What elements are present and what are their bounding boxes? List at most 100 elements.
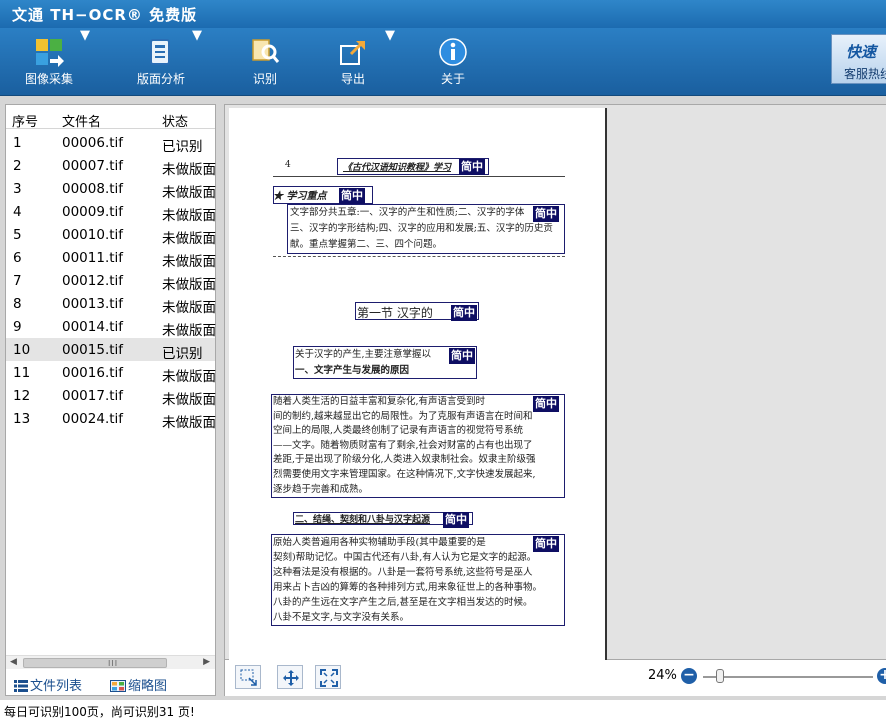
column-header-status[interactable]: 状态 (162, 111, 188, 130)
column-header-filename[interactable]: 文件名 (62, 111, 101, 130)
about-button[interactable]: 关于 (430, 28, 476, 96)
header-rule (273, 176, 565, 177)
export-dropdown-icon[interactable]: ▼ (385, 28, 395, 96)
app-title: 文通 TH−OCR® 免费版 (12, 6, 198, 24)
row-number: 1 (13, 135, 22, 151)
row-status: 未做版面 (162, 231, 216, 247)
layout-analysis-label: 版面分析 (136, 72, 185, 86)
select-region-icon (240, 669, 257, 686)
zone-tag-4: 简中 (451, 305, 477, 321)
text-line: 用来占卜吉凶的算筹的各种排列方式,用来象征世上的各种事物。 (273, 582, 543, 593)
file-row[interactable]: 13 00024.tif 未做版面 (6, 407, 216, 431)
zone-tag-8: 简中 (533, 536, 559, 552)
scrollbar-thumb[interactable]: III (23, 658, 167, 668)
list-icon (14, 680, 28, 692)
text-line: 逐步趋于完善和成熟。 (273, 483, 369, 495)
export-button[interactable]: 导出 (330, 28, 376, 96)
image-capture-dropdown-icon[interactable]: ▼ (80, 28, 90, 96)
row-number: 12 (13, 388, 31, 404)
row-status: 已识别 (162, 139, 203, 155)
file-row[interactable]: 3 00008.tif 未做版面 (6, 177, 216, 201)
text-line: 烈需要使用文字来管理国家。在这种情况下,文字快速发展起来, (273, 468, 536, 480)
file-row[interactable]: 12 00017.tif 未做版面 (6, 384, 216, 408)
zoom-slider-thumb[interactable] (716, 669, 724, 683)
tab-file-list[interactable]: 文件列表 (14, 675, 82, 694)
file-row[interactable]: 2 00007.tif 未做版面 (6, 154, 216, 178)
row-status: 未做版面 (162, 277, 216, 293)
file-row[interactable]: 10 00015.tif 已识别 (6, 338, 215, 362)
zoom-slider-track[interactable] (703, 676, 873, 678)
zone-tag-7: 简中 (443, 512, 469, 528)
study-text: 文字部分共五章:一、汉字的产生和性质;二、汉字的字体 三、汉字的字形结构;四、汉… (290, 205, 562, 253)
zoom-level: 24% (648, 668, 677, 683)
layout-analysis-icon (150, 39, 170, 65)
info-icon (439, 38, 467, 66)
study-line: 文字部分共五章:一、汉字的产生和性质;二、汉字的字体 (290, 207, 525, 218)
file-row[interactable]: 4 00009.tif 未做版面 (6, 200, 216, 224)
fit-page-button[interactable] (315, 665, 341, 689)
row-filename: 00009.tif (62, 204, 124, 220)
row-filename: 00007.tif (62, 158, 124, 174)
file-list-panel: 序号 文件名 状态 1 00006.tif 已识别 2 00007.tif 未做版面 3 00… (5, 104, 216, 696)
status-bar: 每日可识别100页，尚可识别31 页! (0, 700, 886, 720)
about-label: 关于 (440, 72, 465, 86)
page-image[interactable]: 4 《古代汉语知识教程》学习 简中 ★ 学习重点 简中 文字部分共五章:一、汉字… (229, 108, 607, 662)
layout-analysis-dropdown-icon[interactable]: ▼ (192, 28, 202, 96)
text-line: ——文字。随着物质财富有了剩余,社会对财富的占有也出现了 (273, 439, 533, 451)
text-line: 随着人类生活的日益丰富和复杂化,有声语言受到时 (273, 396, 486, 407)
text-line: 差距,于是出现了阶级分化,人类进入奴隶制社会。奴隶主阶级强 (273, 454, 536, 466)
move-icon (283, 670, 299, 686)
layout-analysis-button[interactable]: 版面分析 (126, 28, 196, 96)
intro-line-2: 一、文字产生与发展的原因 (295, 365, 410, 376)
image-capture-button[interactable]: 图像采集 (14, 28, 84, 96)
file-row[interactable]: 6 00011.tif 未做版面 (6, 246, 216, 270)
zone-tag-1: 简中 (459, 159, 485, 175)
file-row[interactable]: 11 00016.tif 未做版面 (6, 361, 216, 385)
scroll-right-icon[interactable]: ▶ (203, 657, 210, 667)
pan-button[interactable] (277, 665, 303, 689)
page-number: 4 (285, 160, 291, 170)
thumbnail-icon (110, 680, 126, 692)
tab-thumbnails[interactable]: 缩略图 (110, 675, 167, 694)
zone-tag-5: 简中 (449, 348, 475, 364)
file-row[interactable]: 8 00013.tif 未做版面 (6, 292, 216, 316)
column-header-number[interactable]: 序号 (12, 111, 38, 130)
image-viewer[interactable]: 4 《古代汉语知识教程》学习 简中 ★ 学习重点 简中 文字部分共五章:一、汉字… (224, 104, 886, 662)
horizontal-scrollbar[interactable]: ◀ III ▶ (6, 655, 215, 669)
paragraph-1: 随着人类生活的日益丰富和复杂化,有声语言受到时 间的制约,越来越显出它的局限性。为… (273, 395, 563, 497)
row-number: 8 (13, 296, 22, 312)
row-status: 未做版面 (162, 208, 216, 224)
row-filename: 00013.tif (62, 296, 124, 312)
row-number: 11 (13, 365, 31, 381)
tab-file-list-label: 文件列表 (30, 679, 83, 694)
row-status: 未做版面 (162, 185, 216, 201)
banner-line-1: 快速 (846, 43, 877, 61)
recognize-icon (252, 39, 280, 63)
row-status: 未做版面 (162, 254, 216, 270)
select-region-button[interactable] (235, 665, 261, 689)
recognize-button[interactable]: 识别 (240, 28, 290, 96)
row-filename: 00017.tif (62, 388, 124, 404)
image-capture-icon (36, 39, 64, 67)
row-number: 2 (13, 158, 22, 174)
file-list-header: 序号 文件名 状态 (6, 105, 215, 130)
file-row[interactable]: 7 00012.tif 未做版面 (6, 269, 216, 293)
row-status: 未做版面 (162, 369, 216, 385)
row-status: 未做版面 (162, 162, 216, 178)
hotline-banner[interactable]: 快速 客服热线 (831, 34, 886, 84)
zoom-out-icon[interactable]: − (681, 668, 697, 684)
file-row[interactable]: 9 00014.tif 未做版面 (6, 315, 216, 339)
row-filename: 00024.tif (62, 411, 124, 427)
row-status: 未做版面 (162, 300, 216, 316)
study-line: 三、汉字的字形结构;四、汉字的应用和发展;五、汉字的历史贡 (290, 223, 553, 234)
zone-tag-2: 简中 (339, 188, 365, 204)
fit-page-icon (320, 669, 338, 687)
status-text: 每日可识别100页，尚可识别31 页! (4, 705, 195, 719)
file-row[interactable]: 5 00010.tif 未做版面 (6, 223, 216, 247)
file-row[interactable]: 1 00006.tif 已识别 (6, 131, 215, 155)
row-number: 3 (13, 181, 22, 197)
row-filename: 00006.tif (62, 135, 124, 151)
scroll-left-icon[interactable]: ◀ (10, 657, 17, 667)
zoom-in-icon[interactable]: + (877, 668, 886, 684)
text-line: 契刻)帮助记忆。中国古代还有八卦,有人认为它是文字的起源。 (273, 552, 537, 563)
